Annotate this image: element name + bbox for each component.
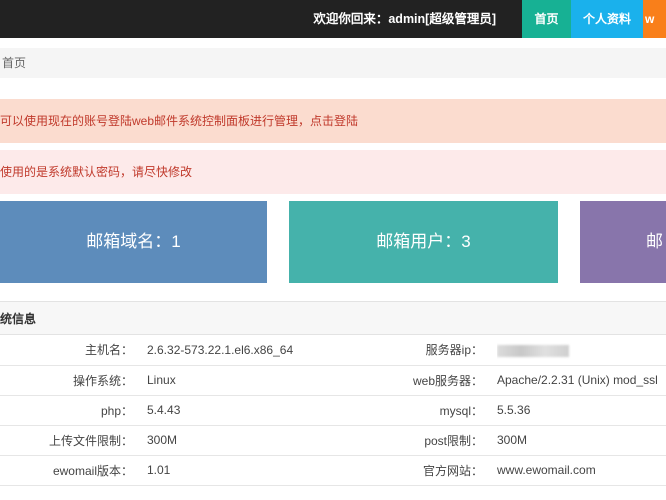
- post-limit-label: post限制：: [407, 425, 497, 456]
- stat-tile-third[interactable]: 邮: [580, 201, 666, 283]
- nav-extra-button[interactable]: w: [643, 0, 666, 38]
- table-row: php： 5.4.43 mysql： 5.5.36: [0, 395, 666, 426]
- table-row: 操作系统： Linux web服务器： Apache/2.2.31 (Unix)…: [0, 365, 666, 396]
- default-password-alert: 使用的是系统默认密码，请尽快修改: [0, 150, 666, 194]
- default-password-text: 使用的是系统默认密码，请尽快修改: [0, 165, 193, 179]
- hostname-label: 主机名：: [0, 335, 147, 366]
- php-label: php：: [0, 395, 147, 426]
- version-label: ewomail版本：: [0, 455, 147, 486]
- system-info-header: 统信息: [0, 301, 666, 335]
- nav-profile-button[interactable]: 个人资料: [571, 0, 643, 38]
- os-value: Linux: [147, 365, 407, 396]
- mysql-label: mysql：: [407, 395, 497, 426]
- os-label: 操作系统：: [0, 365, 147, 396]
- table-row: 主机名： 2.6.32-573.22.1.el6.x86_64 服务器ip：: [0, 335, 666, 366]
- hostname-value: 2.6.32-573.22.1.el6.x86_64: [147, 335, 407, 366]
- website-value[interactable]: www.ewomail.com: [497, 455, 666, 486]
- login-hint-text[interactable]: 可以使用现在的账号登陆web邮件系统控制面板进行管理，点击登陆: [0, 114, 358, 128]
- mysql-value: 5.5.36: [497, 395, 666, 426]
- system-info-title: 统信息: [0, 312, 37, 326]
- stat-tile-domains[interactable]: 邮箱域名：1: [0, 201, 267, 283]
- stat-users-label: 邮箱用户：3: [376, 232, 471, 251]
- version-value: 1.01: [147, 455, 407, 486]
- server-ip-value: [497, 335, 666, 366]
- stat-domains-label: 邮箱域名：1: [86, 232, 181, 251]
- breadcrumb-home[interactable]: 首页: [2, 56, 26, 70]
- table-row: ewomail版本： 1.01 官方网站： www.ewomail.com: [0, 455, 666, 486]
- web-server-label: web服务器：: [407, 365, 497, 396]
- breadcrumb: 首页: [0, 48, 666, 78]
- server-ip-label: 服务器ip：: [407, 335, 497, 366]
- web-server-value: Apache/2.2.31 (Unix) mod_ssl: [497, 365, 666, 396]
- upload-limit-value: 300M: [147, 425, 407, 456]
- system-info-table: 主机名： 2.6.32-573.22.1.el6.x86_64 服务器ip： 操…: [0, 335, 666, 486]
- upload-limit-label: 上传文件限制：: [0, 425, 147, 456]
- php-value: 5.4.43: [147, 395, 407, 426]
- post-limit-value: 300M: [497, 425, 666, 456]
- stat-third-label: 邮: [646, 232, 663, 251]
- login-hint-alert: 可以使用现在的账号登陆web邮件系统控制面板进行管理，点击登陆: [0, 99, 666, 143]
- table-row: 上传文件限制： 300M post限制： 300M: [0, 425, 666, 456]
- nav-home-button[interactable]: 首页: [522, 0, 571, 38]
- top-bar: 欢迎你回来：admin[超级管理员] 首页 个人资料 w: [0, 0, 666, 38]
- redacted-ip: [497, 344, 569, 357]
- welcome-text: 欢迎你回来：admin[超级管理员]: [313, 12, 496, 26]
- website-label: 官方网站：: [407, 455, 497, 486]
- stat-tile-users[interactable]: 邮箱用户：3: [289, 201, 558, 283]
